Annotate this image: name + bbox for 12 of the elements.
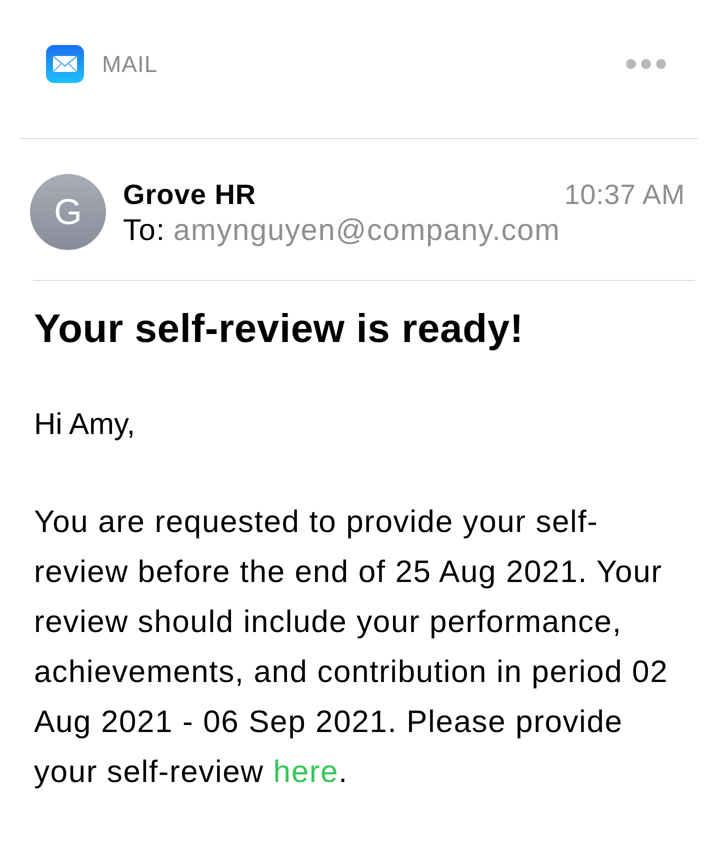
greeting-text: Hi Amy, [34,407,136,443]
mail-app-icon [46,45,84,83]
sender-avatar: G [30,174,106,250]
more-icon[interactable] [626,59,666,69]
to-label: To: [123,213,166,249]
email-body-paragraph: You are requested to provide your self-review before the end of 25 Aug 2021. Your review should include your performance, achievements, and contribution in period 02 Aug 2021 - 06 Sep 2021. Please provide your self-review here. [34,503,670,791]
recipient-address: amynguyen@company.com [173,213,560,249]
message-time: 10:37 AM [564,178,685,212]
here-link[interactable]: here [273,754,339,789]
app-name: MAIL [102,50,158,79]
email-subject: Your self-review is ready! [34,306,524,353]
sender-name: Grove HR [123,178,258,212]
